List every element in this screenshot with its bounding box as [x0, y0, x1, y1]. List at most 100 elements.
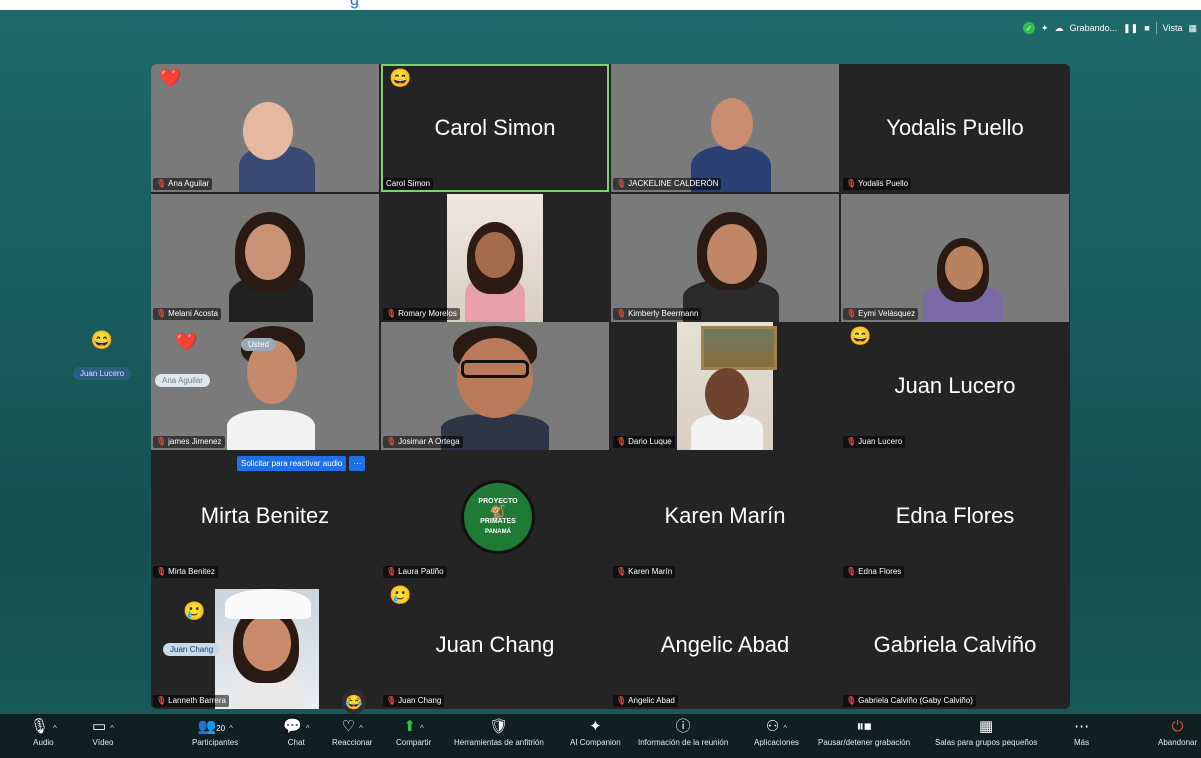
- grid-view-icon[interactable]: ▦: [1188, 23, 1197, 34]
- gallery-grid: ❤️ 🎙 Ana Aguilar 😄 Carol Simon Carol Simo…: [151, 64, 1070, 709]
- participant-tile[interactable]: 🎙 Josimar A Ortega: [381, 322, 609, 450]
- view-label[interactable]: Vista: [1163, 23, 1183, 33]
- participant-name: 🎙 Mirta Benitez: [153, 566, 218, 578]
- mic-muted-icon: 🎙: [156, 179, 167, 188]
- smiling-tear-emoji-icon: 🥲: [389, 585, 412, 605]
- audio-button[interactable]: 🎙 ^ Audio: [30, 718, 57, 747]
- laughing-emoji-icon: 😄: [849, 326, 872, 346]
- participant-tile[interactable]: Mirta Benitez 🎙 Mirta Benitez: [151, 452, 379, 580]
- participant-name: 🎙 Juan Chang: [383, 695, 445, 707]
- pause-recording-button[interactable]: ⏸⏹ Pausar/detener grabación: [818, 718, 910, 747]
- chevron-up-icon[interactable]: ^: [110, 724, 114, 733]
- mic-muted-icon: 🎙: [616, 309, 627, 318]
- video-button[interactable]: ▭ ^ Vídeo: [92, 718, 114, 747]
- participant-name: Carol Simon: [383, 178, 434, 190]
- participant-tile[interactable]: 🥲 Juan Chang 🎙 Juan Chang: [381, 581, 609, 709]
- meeting-info-button[interactable]: ⓘ Información de la reunión: [638, 718, 728, 747]
- stop-icon[interactable]: ■: [1144, 23, 1149, 33]
- chat-button[interactable]: 💬 ^ Chat: [283, 718, 309, 747]
- more-options-button[interactable]: ···: [349, 456, 366, 471]
- mic-muted-icon: 🎙: [846, 179, 857, 188]
- participants-button[interactable]: 👥20 ^ Participantes: [192, 718, 238, 747]
- host-tools-button[interactable]: 🛡 Herramientas de anfitrión: [454, 718, 544, 747]
- leave-button[interactable]: ⏻ Abandonar: [1158, 718, 1197, 747]
- glasses-icon: [461, 360, 529, 378]
- ai-companion-button[interactable]: ✦ AI Companion: [570, 718, 621, 747]
- participant-tile[interactable]: 🎙 Kimberly Beermann: [611, 194, 839, 322]
- react-button[interactable]: ♡ ^ Reaccionar: [332, 718, 372, 747]
- shield-icon[interactable]: ✓: [1023, 22, 1036, 34]
- participant-tile[interactable]: 🎙 JACKELINE CALDERÓN: [611, 64, 839, 192]
- floating-name-pill: Juan Lucero: [72, 367, 132, 380]
- apps-button[interactable]: ⚇ ^ Aplicaciones: [754, 718, 799, 747]
- leave-icon: ⏻: [1171, 718, 1184, 735]
- request-unmute-button[interactable]: Solicitar para reactivar audio: [237, 456, 347, 471]
- participant-tile[interactable]: Yodalis Puello 🎙 Yodalis Puello: [841, 64, 1069, 192]
- chevron-up-icon[interactable]: ^: [420, 724, 424, 733]
- video-off-icon: ▭ ^: [92, 718, 114, 735]
- pause-icon[interactable]: ❚❚: [1123, 23, 1138, 34]
- participant-display-name: Carol Simon: [434, 115, 556, 140]
- breakout-rooms-button[interactable]: ▦ Salas para grupos pequeños: [935, 718, 1037, 747]
- participant-tile[interactable]: 🎙 Romary Morelos: [381, 194, 609, 322]
- participant-tile[interactable]: 🎙 Eymi Velásquez: [841, 194, 1069, 322]
- chevron-up-icon[interactable]: ^: [229, 724, 233, 733]
- painting-image: [701, 326, 777, 370]
- participant-tile[interactable]: Angelic Abad 🎙 Angelic Abad: [611, 581, 839, 709]
- recording-status-bar: ✓ ✦ ☁ Grabando... ❚❚ ■ Vista ▦: [1023, 18, 1201, 38]
- mic-muted-icon: 🎙: [386, 437, 397, 446]
- participant-name: 🎙 JACKELINE CALDERÓN: [613, 178, 722, 190]
- participant-display-name: Juan Lucero: [894, 373, 1016, 398]
- participant-tile[interactable]: 😄 Carol Simon Carol Simon: [381, 64, 609, 192]
- participant-display-name: Gabriela Calviño: [873, 632, 1037, 657]
- avatar: [705, 368, 749, 420]
- participant-tile[interactable]: ❤️ 🎙 Ana Aguilar: [151, 64, 379, 192]
- participant-name: 🎙 Josimar A Ortega: [383, 436, 463, 448]
- laughing-emoji-icon: 😄: [90, 330, 114, 350]
- floating-self-tile[interactable]: 😄 Juan Lucero: [64, 330, 140, 381]
- heart-icon: ❤️: [175, 332, 198, 352]
- more-icon: ⋯: [1074, 718, 1090, 735]
- participant-tile[interactable]: Karen Marín 🎙 Karen Marín: [611, 452, 839, 580]
- avatar: [457, 338, 533, 418]
- mic-muted-icon: 🎙: [156, 696, 167, 705]
- heart-outline-icon: ♡ ^: [341, 718, 363, 735]
- participant-tile[interactable]: ❤️ Usted Ana Aguilar 🎙 james Jimenez: [151, 322, 379, 450]
- more-button[interactable]: ⋯ Más: [1074, 718, 1089, 747]
- mic-muted-icon: 🎙: [156, 437, 167, 446]
- participant-tile[interactable]: 🥲 Juan Chang 🎙 Lanneth Barrera: [151, 581, 379, 709]
- mic-muted-icon: 🎙: [846, 437, 857, 446]
- mic-muted-icon: 🎙: [156, 309, 167, 318]
- participant-tile[interactable]: PROYECTO 🐒 PRIMATES PANAMÁ 🎙 Laura Patiño: [381, 452, 609, 580]
- participant-tile[interactable]: Edna Flores 🎙 Edna Flores: [841, 452, 1069, 580]
- participant-tile[interactable]: 😄 Juan Lucero 🎙 Juan Lucero: [841, 322, 1069, 450]
- participant-tile[interactable]: Gabriela Calviño 🎙 Gabriela Calviño (Gaby…: [841, 581, 1069, 709]
- participant-name: 🎙 Kimberly Beermann: [613, 308, 702, 320]
- participant-tile[interactable]: 🎙 Melani Acosta: [151, 194, 379, 322]
- avatar: [475, 232, 515, 278]
- sparkle-icon[interactable]: ✦: [1041, 23, 1049, 34]
- chevron-up-icon[interactable]: ^: [53, 724, 57, 733]
- participants-count: 20: [216, 724, 226, 733]
- reaction-bubble-icon: 😂: [342, 690, 366, 714]
- video-feed: [215, 589, 319, 709]
- request-unmute-control: Solicitar para reactivar audio ···: [237, 456, 366, 471]
- chevron-up-icon[interactable]: ^: [783, 724, 787, 733]
- participant-display-name: Edna Flores: [895, 503, 1015, 528]
- avatar: [243, 102, 293, 160]
- participant-name: 🎙 Laura Patiño: [383, 566, 447, 578]
- video-feed: [447, 194, 543, 322]
- share-button[interactable]: ⬆ ^ Compartir: [396, 718, 431, 747]
- chevron-up-icon[interactable]: ^: [306, 724, 310, 733]
- chevron-up-icon[interactable]: ^: [359, 724, 363, 733]
- participant-tile[interactable]: 🎙 Dario Luque: [611, 322, 839, 450]
- mic-muted-icon: 🎙: [386, 696, 397, 705]
- mic-muted-icon: 🎙: [386, 309, 397, 318]
- participant-name: 🎙 Eymi Velásquez: [843, 308, 919, 320]
- top-strip: g: [0, 0, 1201, 10]
- avatar: [245, 224, 291, 280]
- participant-name: 🎙 Ana Aguilar: [153, 178, 213, 190]
- laughing-emoji-icon: 😄: [389, 68, 412, 88]
- participant-display-name: Karen Marín: [664, 503, 786, 528]
- participant-display-name: Mirta Benitez: [200, 503, 330, 528]
